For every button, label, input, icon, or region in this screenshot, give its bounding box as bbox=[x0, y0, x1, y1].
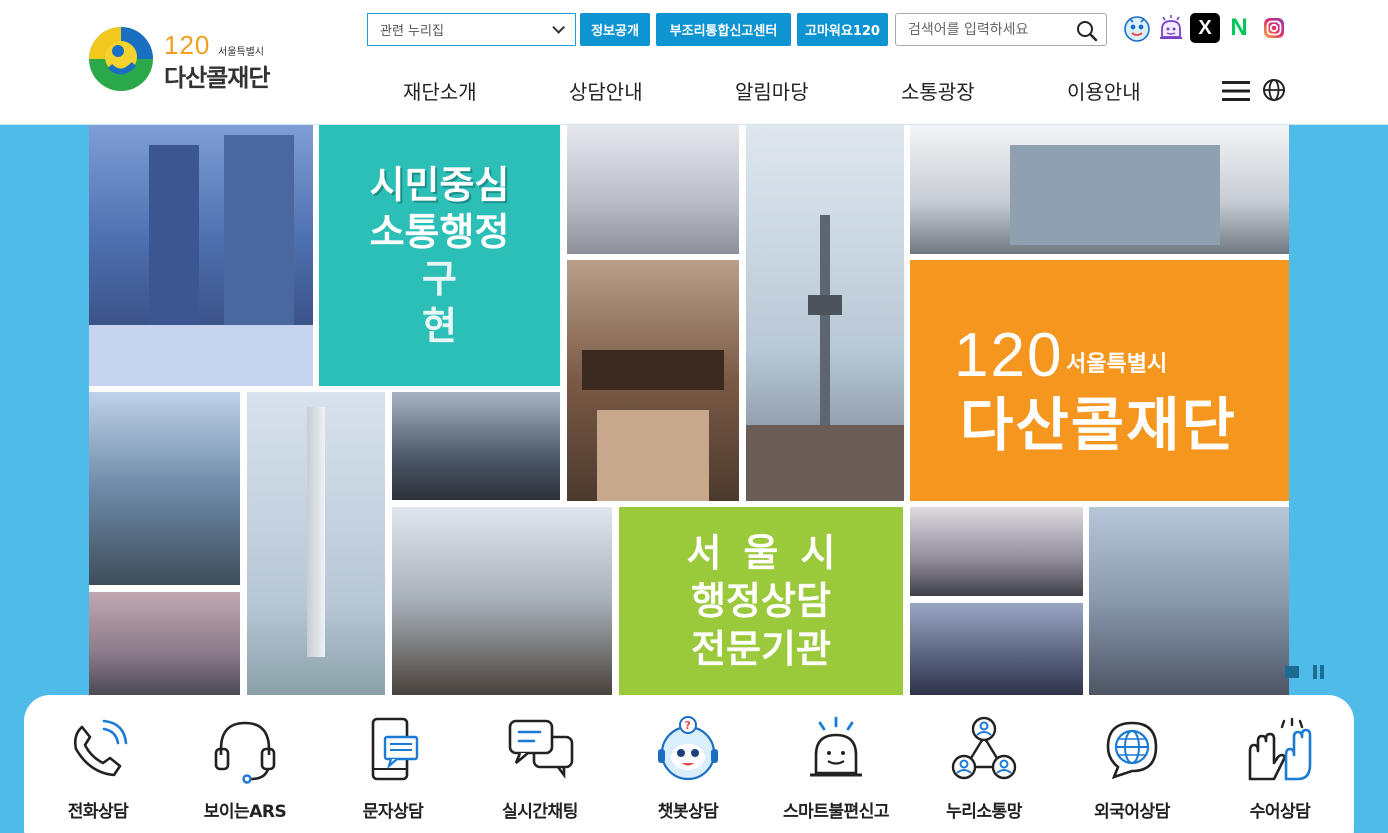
photo-namsan-tower bbox=[746, 125, 904, 501]
teal-slogan-tile: 시민중심 소통행정 구현 bbox=[319, 125, 560, 386]
photo-bridge bbox=[910, 603, 1083, 695]
photo-63-building bbox=[89, 592, 240, 695]
green-line-3: 전문기관 bbox=[691, 627, 831, 671]
social-network-icon bbox=[951, 716, 1017, 780]
photo-seoul-city-hall bbox=[910, 125, 1289, 254]
photo-seoullo bbox=[567, 125, 739, 254]
quick-live-chat[interactable]: 실시간채팅 bbox=[466, 715, 614, 830]
x-icon[interactable]: X bbox=[1190, 13, 1220, 43]
quick-live-chat-label: 실시간채팅 bbox=[502, 802, 578, 822]
photo-gwanghwamun bbox=[567, 260, 739, 501]
quick-smart-report-label: 스마트불편신고 bbox=[783, 802, 889, 822]
photo-cheonggyecheon bbox=[89, 125, 313, 386]
haechi-icon[interactable] bbox=[1122, 13, 1152, 43]
photo-highway bbox=[89, 392, 240, 585]
search-input[interactable] bbox=[908, 21, 1068, 38]
globe-chat-icon bbox=[1106, 721, 1158, 780]
globe-icon[interactable] bbox=[1262, 78, 1286, 102]
quick-visible-ars[interactable]: 보이는ARS bbox=[171, 715, 319, 830]
photo-ddp bbox=[1089, 507, 1289, 695]
quick-sign-language[interactable]: 수어상담 bbox=[1206, 715, 1354, 830]
svg-text:?: ? bbox=[685, 719, 691, 732]
nav-notice[interactable]: 알림마당 bbox=[735, 76, 809, 106]
instagram-icon[interactable] bbox=[1259, 13, 1289, 43]
corruption-report-button[interactable]: 부조리통합신고센터 bbox=[656, 13, 791, 46]
quick-text[interactable]: 문자상담 bbox=[319, 715, 467, 830]
photo-gangnam bbox=[392, 392, 560, 500]
search-icon[interactable] bbox=[1076, 20, 1098, 42]
teal-line-3: 구현 bbox=[422, 256, 517, 348]
quick-phone-label: 전화상담 bbox=[67, 802, 129, 822]
hamburger-menu-icon[interactable] bbox=[1222, 79, 1250, 103]
quick-phone[interactable]: 전화상담 bbox=[24, 715, 172, 830]
headset-icon bbox=[214, 721, 276, 784]
nav-communication[interactable]: 소통광장 bbox=[901, 76, 975, 106]
quick-social[interactable]: 누리소통망 bbox=[910, 715, 1058, 830]
related-sites-value: 관련 누리집 bbox=[380, 24, 444, 39]
chatbot-icon: ? bbox=[658, 716, 718, 781]
quick-social-label: 누리소통망 bbox=[946, 802, 1022, 822]
related-sites-select[interactable]: 관련 누리집 bbox=[367, 13, 576, 46]
alarm-bell-icon bbox=[810, 716, 862, 777]
hero-banner: 시민중심 소통행정 구현 120 서울특별시 다산콜재단 서울시 행정상담 전문… bbox=[89, 125, 1289, 695]
orange-name: 다산콜재단 bbox=[960, 391, 1237, 459]
logo-name: 다산콜재단 bbox=[164, 64, 270, 92]
quick-menu: 전화상담 보이는ARS 문자상담 실시간채팅 ? 챗봇상담 스마트불편신고 누리… bbox=[24, 695, 1354, 833]
photo-bukchon bbox=[392, 507, 612, 695]
logo-mark-icon bbox=[89, 27, 153, 91]
quick-chatbot-label: 챗봇상담 bbox=[657, 802, 719, 822]
logo-subtitle: 서울특별시 bbox=[218, 47, 264, 58]
photo-lotte-tower bbox=[247, 392, 385, 695]
site-logo[interactable]: 120 서울특별시 다산콜재단 bbox=[88, 26, 308, 96]
nav-guide[interactable]: 이용안내 bbox=[1067, 76, 1141, 106]
teal-line-2: 소통행정 bbox=[369, 209, 510, 254]
nav-consulting[interactable]: 상담안내 bbox=[569, 76, 643, 106]
slide-pause-button[interactable] bbox=[1312, 665, 1326, 679]
thanks-120-button[interactable]: 고마워요120 bbox=[797, 13, 888, 46]
logo-number: 120 bbox=[164, 30, 211, 60]
naver-icon[interactable]: N bbox=[1224, 13, 1254, 43]
nav-foundation[interactable]: 재단소개 bbox=[403, 76, 477, 106]
quick-text-label: 문자상담 bbox=[362, 802, 424, 822]
teal-line-1: 시민중심 bbox=[369, 162, 510, 207]
orange-subtitle: 서울특별시 bbox=[1066, 352, 1168, 377]
quick-sign-language-label: 수어상담 bbox=[1249, 802, 1311, 822]
x-label: X bbox=[1198, 16, 1212, 39]
search-box bbox=[895, 13, 1107, 46]
quick-visible-ars-label: 보이는ARS bbox=[203, 802, 287, 822]
chat-bubbles-icon bbox=[508, 719, 574, 779]
info-disclosure-button[interactable]: 정보공개 bbox=[580, 13, 650, 46]
sign-language-icon bbox=[1248, 717, 1312, 781]
photo-han-river bbox=[910, 507, 1083, 596]
naver-label: N bbox=[1230, 14, 1248, 41]
smart-bell-icon[interactable] bbox=[1156, 13, 1186, 43]
phone-icon bbox=[73, 719, 128, 777]
green-line-2: 행정상담 bbox=[691, 579, 831, 623]
quick-foreign[interactable]: 외국어상담 bbox=[1058, 715, 1206, 830]
chevron-down-icon bbox=[552, 21, 565, 34]
green-slogan-tile: 서울시 행정상담 전문기관 bbox=[619, 507, 903, 695]
green-line-1: 서울시 bbox=[686, 531, 858, 575]
site-header: 120 서울특별시 다산콜재단 관련 누리집 정보공개 부조리통합신고센터 고마… bbox=[0, 0, 1388, 125]
quick-chatbot[interactable]: ? 챗봇상담 bbox=[614, 715, 762, 830]
slide-stop-button[interactable] bbox=[1285, 666, 1299, 678]
mobile-message-icon bbox=[371, 717, 419, 781]
orange-logo-tile: 120 서울특별시 다산콜재단 bbox=[910, 260, 1289, 501]
quick-foreign-label: 외국어상담 bbox=[1094, 802, 1170, 822]
quick-smart-report[interactable]: 스마트불편신고 bbox=[762, 715, 910, 830]
